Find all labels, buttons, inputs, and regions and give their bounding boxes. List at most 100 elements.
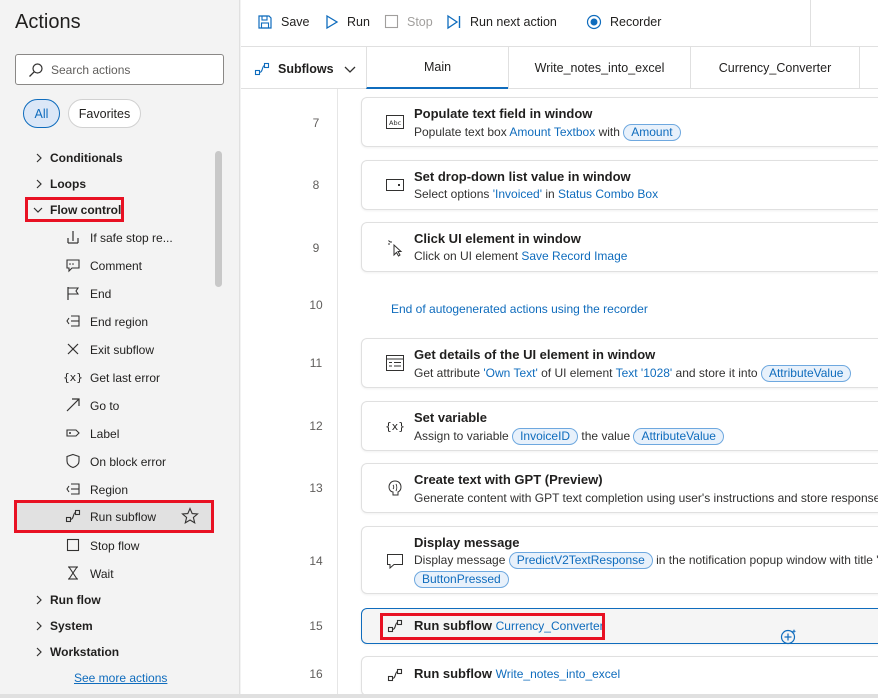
cursor-click-icon — [386, 239, 404, 257]
step-description-line2: ButtonPressed — [414, 571, 509, 588]
action-exit-subflow[interactable]: Exit subflow — [0, 336, 214, 362]
chevron-right-icon — [36, 153, 42, 163]
tab-main[interactable]: Main — [366, 47, 508, 89]
element-link[interactable]: Save Record Image — [521, 249, 627, 263]
stop-icon — [384, 14, 399, 29]
step-card-display-message[interactable]: Display message Display message PredictV… — [361, 526, 878, 594]
category-conditionals[interactable]: Conditionals — [0, 145, 214, 171]
action-go-to[interactable]: Go to — [0, 392, 214, 418]
save-button[interactable]: Save — [257, 14, 310, 30]
element-link[interactable]: Text '1028' — [616, 366, 673, 380]
action-region[interactable]: Region — [0, 476, 214, 502]
details-icon — [386, 354, 404, 372]
dropdown-icon — [386, 176, 404, 194]
step-title: Display message — [414, 535, 520, 550]
element-link[interactable]: Amount Textbox — [509, 125, 595, 139]
subflows-dropdown[interactable]: Subflows — [254, 61, 364, 77]
actions-scrollbar[interactable] — [215, 151, 222, 287]
line-number: 15 — [309, 619, 323, 633]
toolbar-divider — [810, 0, 811, 47]
category-run-flow[interactable]: Run flow — [0, 587, 214, 613]
desc-text: in the notification popup window with ti… — [652, 553, 878, 567]
line-number: 12 — [309, 419, 323, 433]
search-actions-input[interactable]: Search actions — [15, 54, 224, 85]
element-link[interactable]: Status Combo Box — [558, 187, 658, 201]
step-description: Display message PredictV2TextResponse in… — [414, 552, 878, 569]
step-forward-icon — [447, 14, 461, 30]
step-card-get-ui-element-details[interactable]: Get details of the UI element in window … — [361, 338, 878, 388]
end-of-recorder-comment[interactable]: End of autogenerated actions using the r… — [391, 302, 648, 316]
subflow-tab-bar: Subflows Main Write_notes_into_excel Cur… — [241, 47, 878, 89]
end-flag-icon — [64, 285, 82, 301]
step-card-populate-text-field[interactable]: Abc Populate text field in window Popula… — [361, 97, 878, 147]
variable-token[interactable]: ButtonPressed — [414, 571, 509, 588]
value-link[interactable]: 'Invoiced' — [493, 187, 542, 201]
run-next-action-button[interactable]: Run next action — [446, 14, 557, 30]
line-number: 8 — [312, 178, 320, 192]
search-placeholder: Search actions — [51, 62, 131, 77]
stop-square-icon — [64, 537, 82, 553]
variable-token[interactable]: AttributeValue — [760, 365, 852, 382]
category-loops[interactable]: Loops — [0, 171, 214, 197]
line-number: 16 — [309, 667, 323, 681]
desc-text: Populate text box — [414, 125, 510, 139]
action-label[interactable]: Label — [0, 420, 214, 446]
ai-sparkle-icon[interactable] — [780, 628, 798, 649]
action-on-block-error[interactable]: On block error — [0, 448, 214, 474]
tab-currency-converter[interactable]: Currency_Converter — [690, 47, 860, 89]
desc-text: with — [595, 125, 624, 139]
variable-token[interactable]: AttributeValue — [633, 428, 724, 445]
shield-icon — [64, 453, 82, 469]
step-card-set-variable[interactable]: {x} Set variable Assign to variable Invo… — [361, 401, 878, 451]
step-description: Assign to variable InvoiceID the value A… — [414, 428, 724, 445]
action-wait[interactable]: Wait — [0, 560, 214, 586]
recorder-button[interactable]: Recorder — [586, 14, 661, 30]
step-title: Set variable — [414, 410, 487, 425]
step-title: Create text with GPT (Preview) — [414, 472, 603, 487]
desc-text: and store it into — [672, 366, 761, 380]
category-workstation[interactable]: Workstation — [0, 639, 214, 665]
attribute-link[interactable]: 'Own Text' — [483, 366, 537, 380]
chevron-right-icon — [36, 179, 42, 189]
step-card-run-subflow-write-notes[interactable]: Run subflow Write_notes_into_excel — [361, 656, 878, 696]
message-icon — [386, 552, 404, 570]
category-label: Loops — [50, 177, 86, 191]
variable-icon: {x} — [385, 419, 405, 433]
highlight-box-run-subflow-step — [380, 613, 605, 640]
action-label: Wait — [90, 567, 114, 581]
recorder-label: Recorder — [610, 15, 662, 29]
step-title-text: Run subflow — [414, 666, 492, 681]
subflow-icon — [254, 62, 270, 76]
desc-text: Display message — [414, 553, 509, 567]
action-label: Stop flow — [90, 539, 140, 553]
toolbar: Save Run Stop Run next action Recorder — [241, 0, 878, 47]
subflow-link[interactable]: Write_notes_into_excel — [496, 667, 621, 681]
step-card-click-ui-element[interactable]: Click UI element in window Click on UI e… — [361, 222, 878, 272]
category-label: Run flow — [50, 593, 101, 607]
action-label: On block error — [90, 455, 167, 469]
step-title: Get details of the UI element in window — [414, 347, 656, 362]
stop-button[interactable]: Stop — [384, 14, 433, 29]
search-icon — [29, 62, 43, 77]
category-system[interactable]: System — [0, 613, 214, 639]
step-title: Click UI element in window — [414, 231, 581, 246]
desc-text: Assign to variable — [414, 429, 513, 443]
action-stop-flow[interactable]: Stop flow — [0, 532, 214, 558]
action-end[interactable]: End — [0, 280, 214, 306]
run-button[interactable]: Run — [325, 14, 370, 30]
action-comment[interactable]: Comment — [0, 252, 214, 278]
variable-token[interactable]: InvoiceID — [512, 428, 579, 445]
variable-token[interactable]: PredictV2TextResponse — [508, 552, 653, 569]
tab-write-notes-into-excel[interactable]: Write_notes_into_excel — [508, 47, 690, 89]
step-card-set-dropdown-value[interactable]: Set drop-down list value in window Selec… — [361, 160, 878, 210]
variable-token[interactable]: Amount — [623, 124, 681, 141]
action-get-last-error[interactable]: {x} Get last error — [0, 364, 214, 390]
filter-all-button[interactable]: All — [23, 99, 60, 128]
action-if-safe-stop[interactable]: If safe stop re... — [0, 224, 214, 250]
see-more-actions-link[interactable]: See more actions — [74, 671, 167, 685]
action-end-region[interactable]: End region — [0, 308, 214, 334]
step-card-create-text-with-gpt[interactable]: Create text with GPT (Preview) Generate … — [361, 463, 878, 513]
step-description: Generate content with GPT text completio… — [414, 491, 878, 505]
filter-favorites-button[interactable]: Favorites — [68, 99, 141, 128]
line-number: 9 — [312, 241, 320, 255]
